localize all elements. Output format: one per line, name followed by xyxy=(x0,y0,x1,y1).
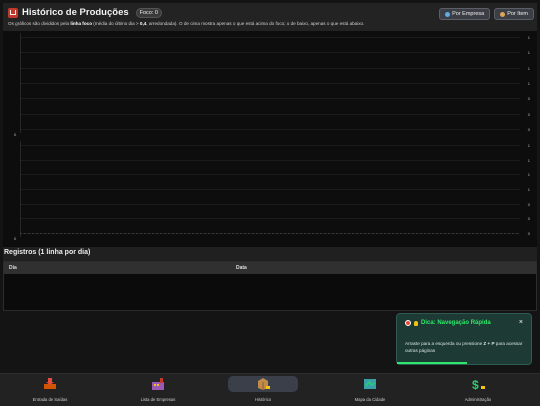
chart-bottom-y-tick-label: 1 xyxy=(527,142,530,148)
nav-label: Lista de Empresas xyxy=(140,397,176,402)
toast-progress-bar xyxy=(397,362,467,364)
nav-pill: $ xyxy=(443,376,513,392)
chart-bottom-y-tick-label: 0 xyxy=(527,230,530,236)
table-header: Dia Data xyxy=(4,262,536,274)
nav-label: Mapa da Cidade xyxy=(354,397,386,402)
chart-top-y-tick-label: 0 xyxy=(527,95,530,101)
chart-above-focus: 0 1 1 1 1 0 0 0 xyxy=(14,33,530,137)
subtitle-text: (média do último dia > xyxy=(92,21,140,26)
page-title: Histórico de Produções xyxy=(22,7,129,18)
toast-title-row: Dica: Navegação Rápida xyxy=(405,320,491,326)
package-icon xyxy=(258,378,270,390)
nav-label: Administração xyxy=(464,397,492,402)
title-row: Histórico de Produções Foco: 0 xyxy=(8,7,162,18)
chart-top-y-tick-label: 1 xyxy=(527,34,530,40)
nav-pill-active xyxy=(228,376,298,392)
by-company-label: Por Empresa xyxy=(452,11,485,17)
nav-item-mapa[interactable]: Mapa da Cidade xyxy=(320,376,420,404)
by-item-label: Por Item xyxy=(507,11,528,17)
by-company-button[interactable]: Por Empresa xyxy=(439,8,491,20)
map-icon xyxy=(364,379,376,389)
dollar-icon: $ xyxy=(472,378,485,390)
chart-below-focus: 0 1 1 1 1 0 0 0 xyxy=(14,141,530,241)
nav-label: Histórico xyxy=(254,397,272,402)
chart-above-focus-grid xyxy=(20,33,520,133)
chart-bottom-zero-label: 0 xyxy=(14,236,17,241)
history-icon xyxy=(8,7,18,18)
toast-close-button[interactable]: × xyxy=(519,319,523,326)
subtitle-text: Os gráficos são divididos pela xyxy=(8,21,71,26)
chart-top-y-tick-label: 1 xyxy=(527,49,530,55)
chart-bottom-y-tick-label: 1 xyxy=(527,171,530,177)
svg-text:$: $ xyxy=(472,378,479,390)
focus-badge: Foco: 0 xyxy=(135,7,162,18)
page-subtitle: Os gráficos são divididos pela linha foc… xyxy=(8,21,364,26)
chart-top-y-tick-label: 0 xyxy=(527,111,530,117)
tip-toast: Dica: Navegação Rápida × Arraste para a … xyxy=(396,313,532,365)
column-header-dia[interactable]: Dia xyxy=(9,265,17,271)
chart-bottom-y-tick-label: 0 xyxy=(527,215,530,221)
inbox-tray-icon xyxy=(44,378,56,389)
nav-item-historico[interactable]: Histórico xyxy=(213,376,313,404)
records-table: Dia Data xyxy=(3,261,537,311)
main-panel: Histórico de Produções Foco: 0 Os gráfic… xyxy=(3,3,537,311)
toast-body: Arraste para a esquerda ou pressione Z +… xyxy=(405,340,529,354)
subtitle-text: , arredondada). O de cima mostra apenas … xyxy=(146,21,365,26)
chart-top-y-tick-label: 0 xyxy=(527,126,530,132)
by-item-button[interactable]: Por Item xyxy=(494,8,534,20)
toast-shortcut: Z + P xyxy=(483,341,495,346)
nav-pill xyxy=(335,376,405,392)
chart-bottom-y-tick-label: 0 xyxy=(527,201,530,207)
chart-top-y-tick-label: 1 xyxy=(527,65,530,71)
nav-pill xyxy=(123,376,193,392)
nav-pill xyxy=(15,376,85,392)
chart-top-y-tick-label: 1 xyxy=(527,80,530,86)
nav-label: Entrada de Saídas xyxy=(32,397,68,402)
chart-top-zero-label: 0 xyxy=(14,132,17,137)
charts-area: 0 1 1 1 1 0 0 0 0 1 1 1 1 0 0 0 xyxy=(3,31,537,247)
chart-below-focus-grid xyxy=(20,141,520,237)
column-header-data[interactable]: Data xyxy=(236,265,247,271)
person-icon xyxy=(445,11,451,17)
chart-bottom-y-tick-label: 1 xyxy=(527,157,530,163)
chart-bottom-y-tick-label: 1 xyxy=(527,186,530,192)
lightbulb-icon xyxy=(414,320,418,326)
records-title: Registros (1 linha por dia) xyxy=(4,249,91,256)
target-icon xyxy=(405,320,411,326)
toast-title: Dica: Navegação Rápida xyxy=(421,320,491,326)
factory-icon xyxy=(152,378,164,390)
nav-item-entrada[interactable]: Entrada de Saídas xyxy=(0,376,100,404)
bottom-navigation: Entrada de Saídas Lista de Empresas Hist… xyxy=(0,373,540,406)
nav-item-administracao[interactable]: $ Administração xyxy=(428,376,528,404)
page-header: Histórico de Produções Foco: 0 Os gráfic… xyxy=(3,3,537,31)
toast-body-text: Arraste para a esquerda ou pressione xyxy=(405,341,484,346)
subtitle-bold-focus: linha foco xyxy=(70,21,93,26)
package-icon xyxy=(500,11,506,17)
nav-item-empresas[interactable]: Lista de Empresas xyxy=(108,376,208,404)
